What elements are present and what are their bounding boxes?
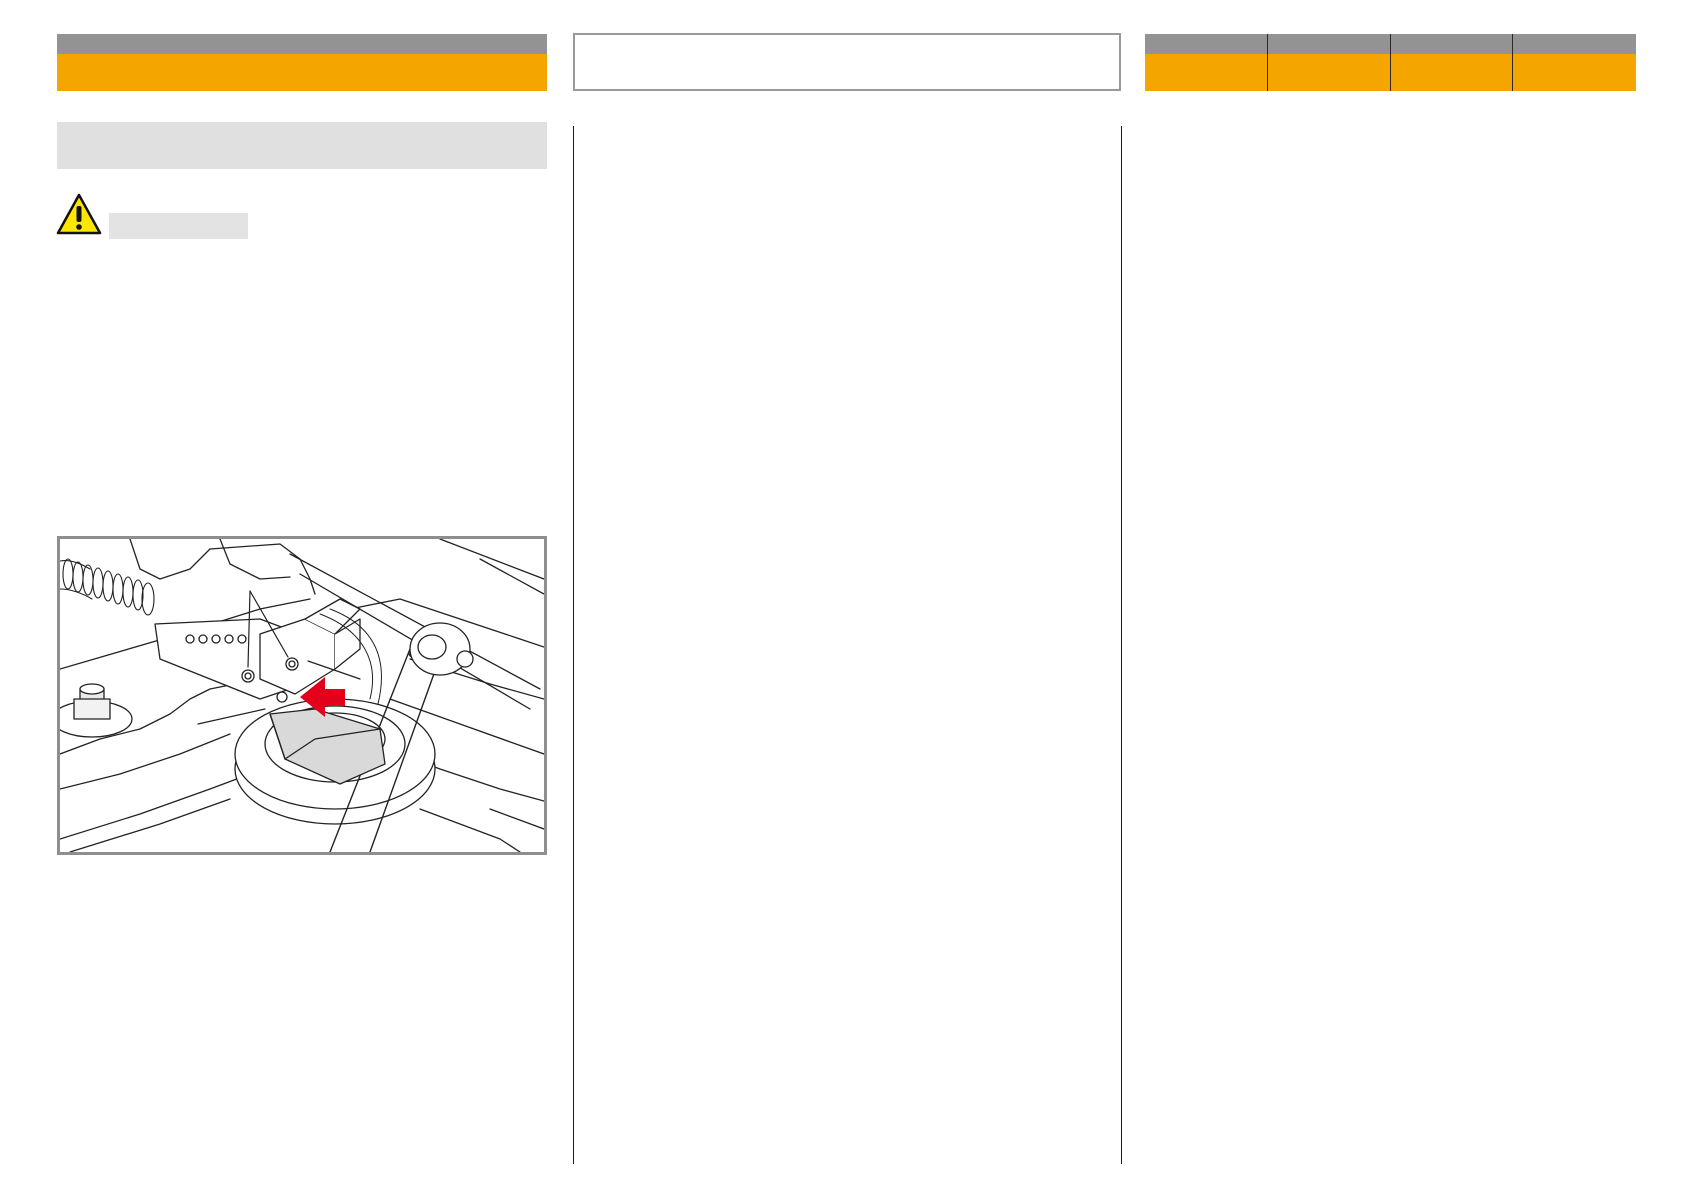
page-title-box — [573, 33, 1121, 91]
figure-illustration — [57, 536, 547, 855]
warning-label-band — [109, 213, 248, 239]
tab-divider — [1267, 34, 1268, 91]
tensioner-illustration — [60, 539, 544, 852]
tab-divider — [1512, 34, 1513, 91]
left-header-grey-band — [57, 34, 547, 54]
column-divider-left — [573, 126, 574, 1164]
tab-divider — [1390, 34, 1391, 91]
section-tabs — [1145, 34, 1636, 91]
section-heading-band — [57, 122, 547, 169]
warning-triangle-icon — [56, 193, 102, 235]
left-header-orange-band — [57, 54, 547, 91]
column-divider-right — [1121, 126, 1122, 1164]
